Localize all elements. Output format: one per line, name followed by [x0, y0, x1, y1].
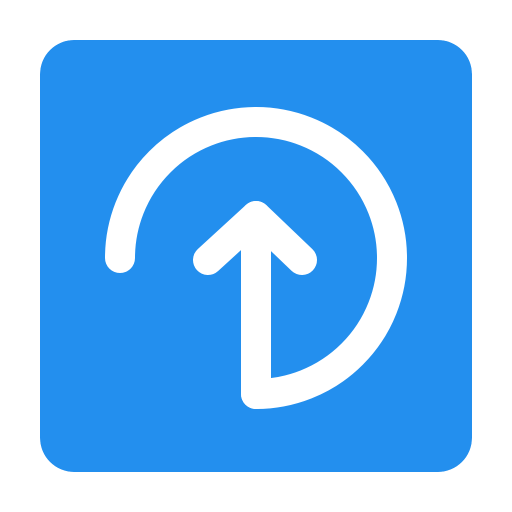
app-icon-tile[interactable]	[40, 40, 472, 472]
upload-glyph-svg	[40, 40, 472, 472]
icon-canvas	[0, 0, 512, 512]
